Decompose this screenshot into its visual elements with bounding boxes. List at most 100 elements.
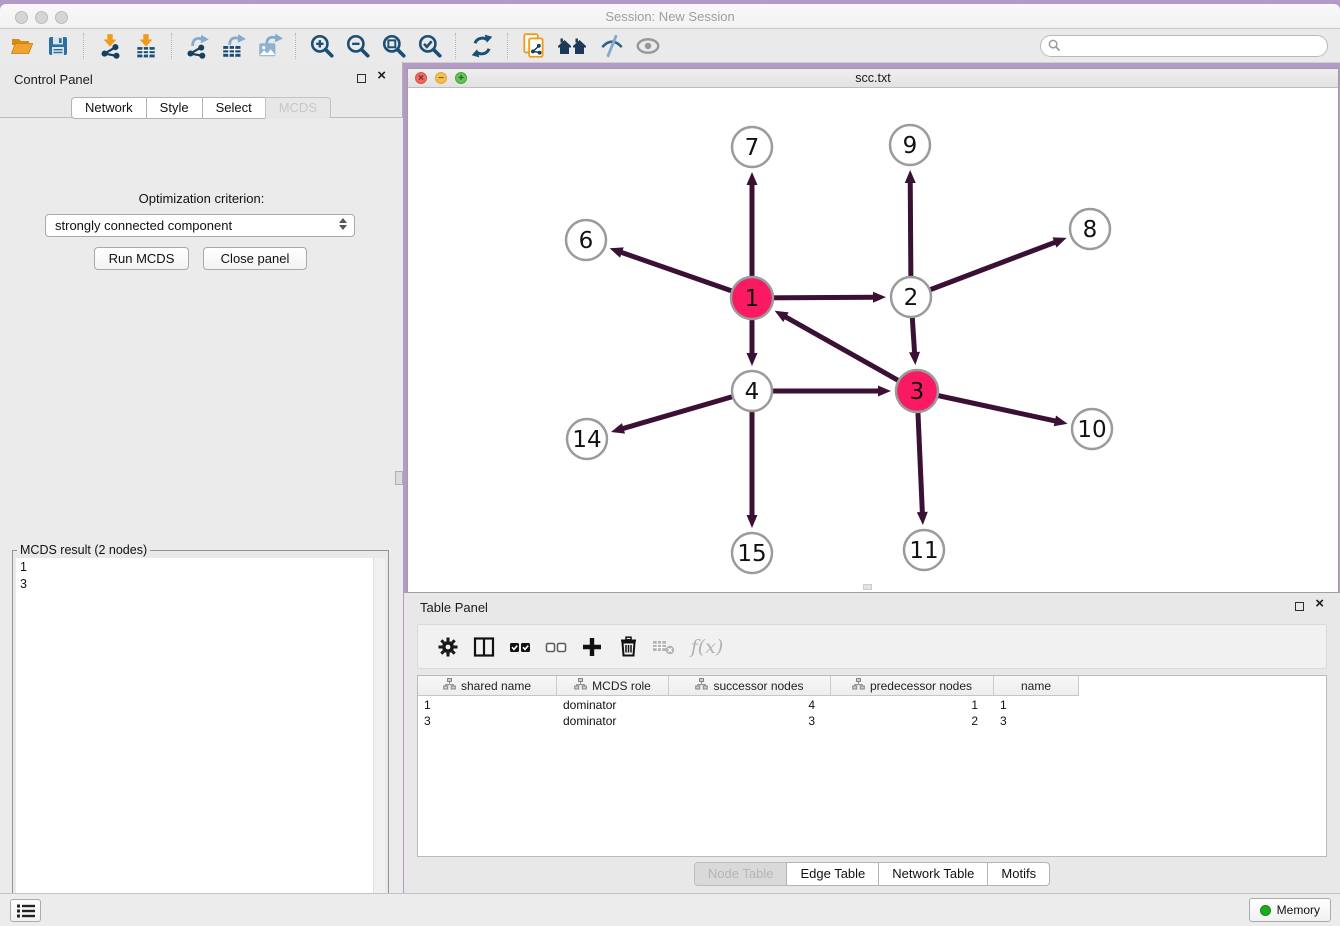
column-header-label: shared name	[461, 679, 531, 693]
graph-node-label-4: 4	[745, 379, 760, 405]
control-panel-title: Control Panel	[14, 72, 93, 87]
graph-node-label-9: 9	[903, 133, 918, 159]
table-cell: 3	[669, 713, 831, 729]
column-header-shared-name[interactable]: shared name	[418, 676, 557, 696]
table-cell: 3	[994, 713, 1079, 729]
close-panel-button[interactable]: Close panel	[203, 247, 307, 270]
export-image-icon[interactable]	[255, 32, 285, 60]
deselect-all-icon[interactable]	[543, 634, 569, 660]
select-stepper-icon	[339, 218, 347, 230]
panel-split-grip[interactable]	[395, 471, 403, 485]
application-window: Session: New Session	[0, 0, 1340, 926]
graph-node-label-3: 3	[910, 379, 925, 405]
optimization-criterion-select[interactable]: strongly connected component	[45, 214, 355, 237]
memory-button[interactable]: Memory	[1249, 898, 1331, 922]
optimization-criterion-value: strongly connected component	[55, 218, 232, 233]
zoom-fit-icon[interactable]	[379, 32, 409, 60]
table-panel-close-icon[interactable]: ×	[1315, 595, 1324, 613]
table-tab-node-table[interactable]: Node Table	[694, 862, 788, 886]
import-table-icon[interactable]	[131, 32, 161, 60]
table-tab-motifs[interactable]: Motifs	[987, 862, 1050, 886]
format-columns-icon[interactable]	[471, 634, 497, 660]
window-titlebar: Session: New Session	[0, 4, 1340, 29]
sort-hierarchy-icon	[574, 678, 587, 693]
export-network-icon[interactable]	[183, 32, 213, 60]
table-panel-float-icon[interactable]	[1295, 602, 1304, 611]
tab-mcds[interactable]: MCDS	[265, 97, 331, 119]
table-row[interactable]: 1dominator411	[418, 697, 1079, 713]
search-box	[1040, 35, 1328, 57]
table-tab-edge-table[interactable]: Edge Table	[786, 862, 879, 886]
edge-arrowhead	[917, 512, 928, 525]
list-icon	[16, 903, 36, 919]
edge-arrowhead	[747, 172, 758, 185]
zoom-out-icon[interactable]	[343, 32, 373, 60]
select-all-icon[interactable]	[507, 634, 533, 660]
network-window-title: scc.txt	[408, 71, 1338, 85]
delete-table-icon[interactable]	[651, 634, 677, 660]
task-history-button[interactable]	[10, 899, 41, 922]
graph-node-label-15: 15	[737, 541, 766, 567]
mcds-result-area[interactable]: 1 3	[16, 558, 385, 918]
open-folder-icon[interactable]	[7, 32, 37, 60]
table-cell: dominator	[557, 697, 669, 713]
column-header-predecessor-nodes[interactable]: predecessor nodes	[831, 676, 994, 696]
show-graphics-icon[interactable]	[633, 32, 663, 60]
control-panel-close-icon[interactable]: ×	[377, 67, 386, 85]
column-header-label: name	[1021, 679, 1051, 693]
home-views-icon[interactable]	[555, 32, 591, 60]
run-mcds-button[interactable]: Run MCDS	[94, 247, 189, 270]
network-window-titlebar: × − + scc.txt	[408, 69, 1338, 88]
tab-select[interactable]: Select	[202, 97, 266, 119]
column-header-name[interactable]: name	[994, 676, 1079, 696]
edge-arrowhead	[611, 423, 625, 434]
control-panel-float-icon[interactable]	[357, 74, 366, 83]
table-row[interactable]: 3dominator323	[418, 713, 1079, 729]
tab-network[interactable]: Network	[71, 97, 147, 119]
edge-2-8[interactable]	[911, 242, 1056, 297]
zoom-in-icon[interactable]	[307, 32, 337, 60]
toolbar-separator	[295, 33, 297, 59]
graph-node-label-6: 6	[579, 228, 594, 254]
apply-function-icon[interactable]: f(x)	[687, 634, 727, 660]
add-column-icon[interactable]	[579, 634, 605, 660]
column-header-label: successor nodes	[713, 679, 803, 693]
table-tab-network-table[interactable]: Network Table	[878, 862, 988, 886]
table-toolbar: f(x)	[417, 624, 1327, 669]
network-canvas[interactable]: 7968124314101511	[408, 88, 1338, 592]
edge-arrowhead	[873, 292, 886, 303]
sort-hierarchy-icon	[695, 678, 708, 693]
refresh-icon[interactable]	[467, 32, 497, 60]
result-scrollbar[interactable]	[373, 558, 385, 918]
clone-network-icon[interactable]	[519, 32, 549, 60]
table-cell: 1	[994, 697, 1079, 713]
search-icon	[1048, 39, 1061, 52]
edge-arrowhead	[1054, 416, 1068, 427]
column-header-MCDS-role[interactable]: MCDS role	[557, 676, 669, 696]
mcds-result-group: MCDS result (2 nodes) 1 3	[12, 543, 389, 923]
edge-3-1[interactable]	[784, 316, 917, 391]
search-input[interactable]	[1040, 35, 1328, 57]
edge-arrowhead	[610, 247, 624, 257]
canvas-grip[interactable]	[863, 584, 872, 590]
table-panel: Table Panel ×	[404, 593, 1340, 893]
zoom-selected-icon[interactable]	[415, 32, 445, 60]
tab-style[interactable]: Style	[146, 97, 203, 119]
table-cell: 1	[418, 697, 557, 713]
settings-icon[interactable]	[435, 634, 461, 660]
column-header-successor-nodes[interactable]: successor nodes	[669, 676, 831, 696]
save-session-icon[interactable]	[43, 32, 73, 60]
delete-column-icon[interactable]	[615, 634, 641, 660]
column-header-label: predecessor nodes	[870, 679, 972, 693]
table-cell: dominator	[557, 713, 669, 729]
node-table[interactable]: shared name MCDS role successor nodes prede…	[417, 675, 1327, 857]
import-network-icon[interactable]	[95, 32, 125, 60]
table-cell: 2	[831, 713, 994, 729]
sort-hierarchy-icon	[443, 678, 456, 693]
table-cell: 3	[418, 713, 557, 729]
table-panel-tabs: Node TableEdge TableNetwork TableMotifs	[404, 862, 1340, 886]
hide-graphics-icon[interactable]	[597, 32, 627, 60]
export-table-icon[interactable]	[219, 32, 249, 60]
network-view-window: × − + scc.txt 7968124314101511	[407, 68, 1339, 593]
edge-arrowhead	[747, 515, 758, 528]
